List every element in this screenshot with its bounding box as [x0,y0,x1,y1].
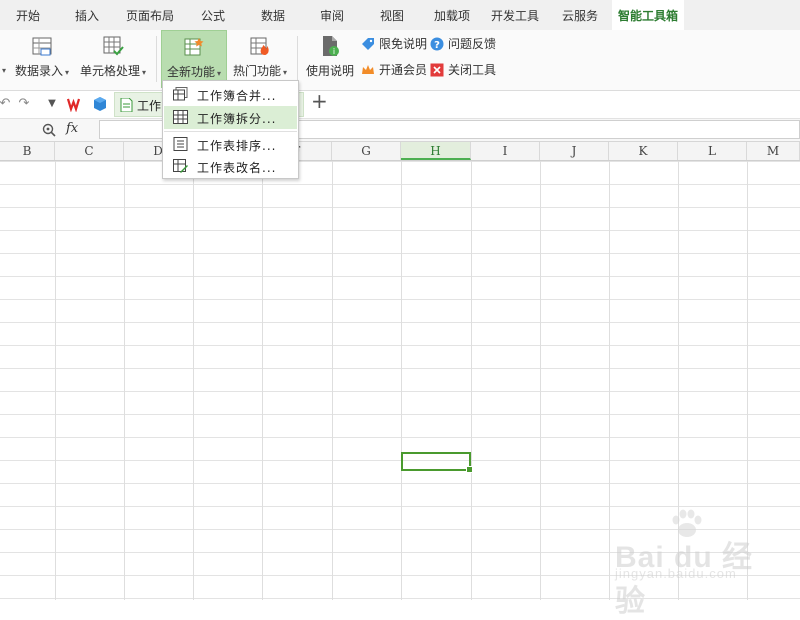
chevron-down-icon: ▾ [142,68,147,77]
ribbon: ▾ 数据录入 ▾ 单元格处理 ▾ 全新功能 ▾ 热门功能 ▾ i 使用说明 限免… [0,30,800,91]
grid-line [332,161,333,600]
tab-cloud[interactable]: 云服务 [548,0,612,30]
column-header-b[interactable]: B [0,142,55,160]
membership-button[interactable]: 开通会员 [361,61,427,79]
merge-workbooks-icon [173,87,188,101]
chevron-down-icon: ▾ [65,68,70,77]
fx-icon[interactable]: fx [66,121,78,136]
menu-item-sort-sheets[interactable]: 工作表排序... [164,133,297,156]
column-header-row: B C D E F G H I J K L M [0,142,800,161]
hot-features-label: 热门功能 [232,64,281,78]
grid-line [262,161,263,600]
svg-text:i: i [333,47,335,56]
column-header-k[interactable]: K [609,142,678,160]
menu-item-rename-sheets[interactable]: 工作表改名... [164,155,297,178]
membership-label: 开通会员 [379,63,428,77]
chevron-down-icon: ▾ [2,66,7,75]
feedback-label: 问题反馈 [448,37,497,51]
tab-smart-toolbox[interactable]: 智能工具箱 [612,0,684,32]
baidu-jingyan-watermark: Bai du 经验 jingyan.baidu.com [615,508,775,618]
column-header-g[interactable]: G [332,142,401,160]
watermark-url: jingyan.baidu.com [615,566,737,581]
menu-item-merge-workbooks[interactable]: 工作簿合并... [164,83,297,106]
data-entry-icon [32,37,52,56]
cell-process-label: 单元格处理 [79,64,140,78]
tab-page-layout[interactable]: 页面布局 [118,0,182,30]
column-header-l[interactable]: L [678,142,747,160]
document-tab-label: 工作 [137,99,162,113]
disclaimer-button[interactable]: 限免说明 [361,35,427,53]
tab-addins[interactable]: 加载项 [422,0,482,30]
svg-text:?: ? [434,40,440,51]
quick-access-bar: ↶ ↷ ▼ 工作 + [0,91,800,119]
selected-cell[interactable] [401,452,473,473]
wps-logo-icon[interactable] [67,96,83,112]
spreadsheet-file-icon [120,98,133,112]
question-icon: ? [430,37,444,51]
close-tools-label: 关闭工具 [448,63,497,77]
tab-formula[interactable]: 公式 [182,0,244,30]
tab-view[interactable]: 视图 [362,0,422,30]
cube-icon[interactable] [92,96,108,112]
tab-developer[interactable]: 开发工具 [482,0,548,30]
rename-sheets-icon [173,159,188,173]
column-header-c[interactable]: C [55,142,124,160]
tab-review[interactable]: 审阅 [302,0,362,30]
usage-label: 使用说明 [305,64,354,78]
column-header-m[interactable]: M [747,142,800,160]
fill-handle[interactable] [466,466,473,473]
menu-item-label: 工作表改名... [197,161,277,175]
chevron-down-icon: ▾ [283,68,288,77]
feedback-button[interactable]: ? 问题反馈 [430,35,496,53]
undo-icon[interactable]: ↶ [0,96,13,112]
tab-data[interactable]: 数据 [244,0,302,30]
document-help-icon: i [323,36,339,56]
grid-line [193,161,194,600]
new-tab-plus-icon[interactable]: + [311,91,328,111]
split-workbook-icon [173,110,188,124]
cell-process-icon [103,36,124,56]
menu-item-label: 工作簿合并... [197,89,277,103]
ribbon-divider [156,36,157,82]
tab-insert[interactable]: 插入 [56,0,118,30]
grid-line [471,161,472,600]
grid-line [401,161,402,600]
tab-home[interactable]: 开始 [0,0,56,30]
menu-item-split-workbook[interactable]: 工作簿拆分... [164,106,297,129]
new-features-dropdown: 工作簿合并... 工作簿拆分... 工作表排序... 工作表改名... [162,80,299,179]
ribbon-partial-button[interactable]: ▾ [0,30,10,88]
usage-button[interactable]: i 使用说明 [303,30,357,88]
grid-line [609,161,610,600]
ribbon-divider [297,36,298,82]
grid-line [55,161,56,600]
formula-bar: fx [0,119,800,142]
menu-item-label: 工作簿拆分... [197,112,277,126]
column-header-i[interactable]: I [471,142,540,160]
grid-line [540,161,541,600]
crown-icon [362,65,374,74]
menu-divider [164,131,297,132]
column-header-j[interactable]: J [540,142,609,160]
new-features-icon [184,38,204,56]
ribbon-tab-bar: 开始 插入 页面布局 公式 数据 审阅 视图 加载项 开发工具 云服务 智能工具… [0,0,800,32]
tag-icon [362,38,374,50]
hot-features-icon [250,37,269,55]
zoom-icon[interactable] [42,123,56,137]
chevron-down-icon[interactable]: ▼ [44,96,60,112]
new-features-label: 全新功能 [166,65,215,79]
data-entry-button[interactable]: 数据录入 ▾ [12,30,72,88]
disclaimer-label: 限免说明 [379,37,428,51]
column-header-h[interactable]: H [401,142,471,160]
data-entry-label: 数据录入 [14,64,63,78]
grid-line [124,161,125,600]
sort-sheets-icon [173,137,188,151]
close-tools-button[interactable]: 关闭工具 [430,61,496,79]
menu-item-label: 工作表排序... [197,139,277,153]
redo-icon[interactable]: ↷ [16,96,32,112]
chevron-down-icon: ▾ [217,69,222,78]
close-icon [430,63,444,77]
cell-process-button[interactable]: 单元格处理 ▾ [76,30,150,88]
